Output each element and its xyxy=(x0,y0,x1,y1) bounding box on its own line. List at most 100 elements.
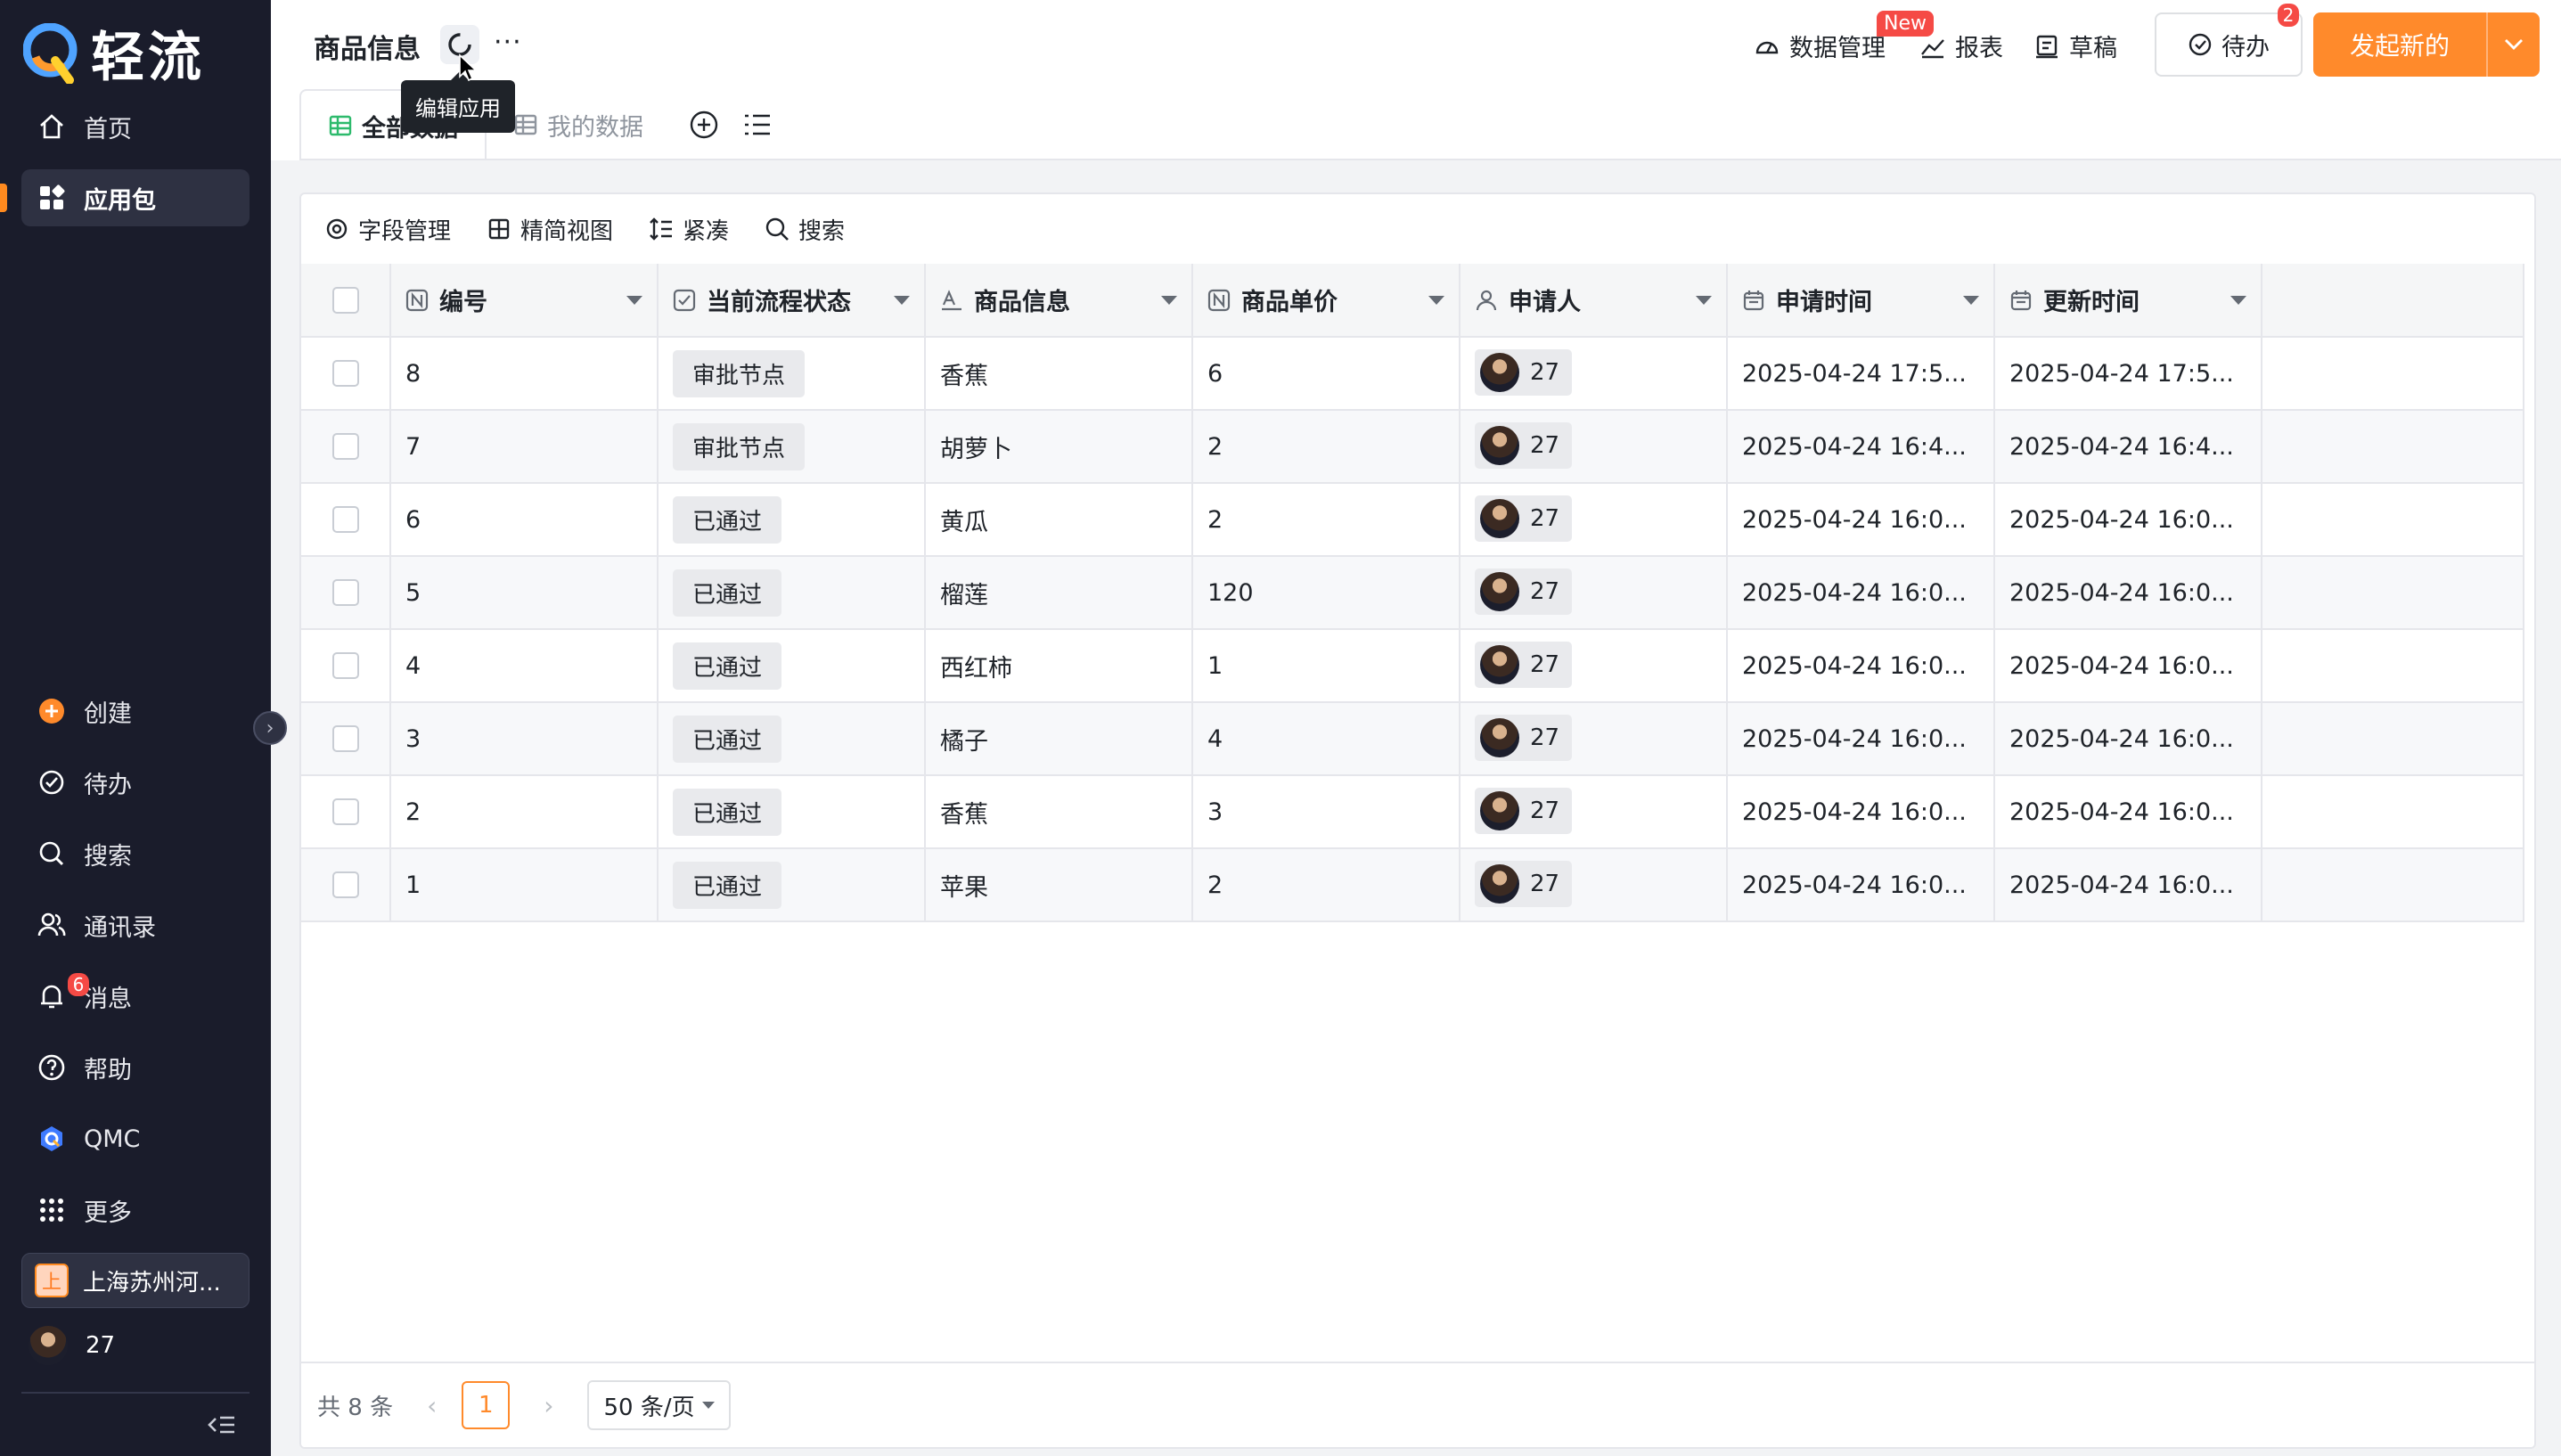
cell-status: 审批节点 xyxy=(658,410,926,484)
sort-caret-icon[interactable] xyxy=(1963,295,1979,305)
cell-updated-time: 2025-04-24 16:4... xyxy=(1994,410,2262,484)
row-checkbox[interactable] xyxy=(331,652,359,679)
sort-caret-icon[interactable] xyxy=(1696,295,1712,305)
cell-empty xyxy=(2262,629,2524,703)
sort-caret-icon[interactable] xyxy=(1161,295,1177,305)
sidebar-item-contacts[interactable]: 通讯录 xyxy=(21,896,250,953)
cell-status: 已通过 xyxy=(658,775,926,849)
cell-status: 已通过 xyxy=(658,848,926,922)
column-header-label: 当前流程状态 xyxy=(707,289,851,316)
sidebar-item-search[interactable]: 搜索 xyxy=(21,825,250,882)
qmc-icon xyxy=(34,1121,70,1157)
user-profile[interactable]: 27 xyxy=(29,1326,115,1365)
sidebar-item-check-circle[interactable]: 待办 xyxy=(21,754,250,811)
data-manage-label: 数据管理 xyxy=(1789,35,1886,62)
simple-view-button[interactable]: 精简视图 xyxy=(487,213,613,246)
table-row[interactable]: 7 审批节点 胡萝卜 2 27 2025-04-24 16:4... 2025-04-24 … xyxy=(301,410,2524,484)
tab-label: 我的数据 xyxy=(547,113,643,142)
row-select-cell xyxy=(301,775,391,849)
sidebar-item-help[interactable]: 帮助 xyxy=(21,1039,250,1096)
user-tag[interactable]: 27 xyxy=(1475,348,1573,396)
table-row[interactable]: 8 审批节点 香蕉 6 27 2025-04-24 17:5... 2025-04-24 1… xyxy=(301,337,2524,411)
sort-caret-icon[interactable] xyxy=(894,295,910,305)
sort-caret-icon[interactable] xyxy=(2230,295,2246,305)
row-checkbox[interactable] xyxy=(331,579,359,606)
page-number-current[interactable]: 1 xyxy=(462,1381,511,1429)
table-row[interactable]: 4 已通过 西红柿 1 27 2025-04-24 16:0... 2025-04-24 1… xyxy=(301,629,2524,703)
cell-applied-time: 2025-04-24 16:0... xyxy=(1727,556,1995,630)
main-content: 字段管理 精简视图 紧凑 搜索 编号 当前流程状态 商品信息 商品单价 申请人 … xyxy=(271,160,2561,1456)
table-row[interactable]: 1 已通过 苹果 2 27 2025-04-24 16:0... 2025-04-24 16… xyxy=(301,848,2524,922)
table-row[interactable]: 5 已通过 榴莲 120 27 2025-04-24 16:0... 2025-04-24 … xyxy=(301,556,2524,630)
user-tag[interactable]: 27 xyxy=(1475,641,1573,688)
data-manage-link[interactable]: 数据管理 xyxy=(1754,29,1886,63)
data-panel: 字段管理 精简视图 紧凑 搜索 编号 当前流程状态 商品信息 商品单价 申请人 … xyxy=(299,192,2536,1449)
page-size-select[interactable]: 50 条/页 xyxy=(587,1380,731,1430)
column-header[interactable]: 编号 xyxy=(390,264,659,338)
sidebar-item-apps[interactable]: 应用包 xyxy=(21,169,250,226)
select-all-checkbox[interactable] xyxy=(331,286,359,314)
table-row[interactable]: 2 已通过 香蕉 3 27 2025-04-24 16:0... 2025-04-24 16… xyxy=(301,775,2524,849)
user-tag[interactable]: 27 xyxy=(1475,787,1573,834)
row-checkbox[interactable] xyxy=(331,506,359,533)
column-header[interactable]: 申请人 xyxy=(1460,264,1728,338)
cell-applied-time: 2025-04-24 16:0... xyxy=(1727,775,1995,849)
field-manage-button[interactable]: 字段管理 xyxy=(324,213,451,246)
table-row[interactable]: 6 已通过 黄瓜 2 27 2025-04-24 16:0... 2025-04-24 16… xyxy=(301,483,2524,557)
more-options-button[interactable]: ··· xyxy=(494,27,522,58)
column-header[interactable]: 商品信息 xyxy=(925,264,1193,338)
edit-app-tooltip: 编辑应用 xyxy=(401,71,515,133)
user-tag[interactable]: 27 xyxy=(1475,495,1573,542)
cell-status: 审批节点 xyxy=(658,337,926,411)
sidebar-item-grid[interactable]: 更多 xyxy=(21,1182,250,1239)
start-new-button[interactable]: 发起新的 xyxy=(2313,12,2540,77)
row-checkbox[interactable] xyxy=(331,725,359,752)
collapse-sidebar-icon[interactable] xyxy=(207,1411,237,1442)
user-tag-name: 27 xyxy=(1530,797,1560,824)
cell-updated-time: 2025-04-24 16:0... xyxy=(1994,848,2262,922)
search-button[interactable]: 搜索 xyxy=(765,213,845,246)
expand-sidebar-handle[interactable]: › xyxy=(253,711,287,745)
user-tag[interactable]: 27 xyxy=(1475,421,1573,469)
sidebar-item-plus-circle[interactable]: 创建 xyxy=(21,683,250,740)
start-new-dropdown[interactable] xyxy=(2486,12,2540,77)
report-link[interactable]: 报表 xyxy=(1919,29,2003,63)
row-checkbox[interactable] xyxy=(331,798,359,825)
sidebar-item-label: 应用包 xyxy=(84,186,156,215)
user-tag-name: 27 xyxy=(1530,724,1560,751)
settings-icon xyxy=(326,218,348,240)
user-tag[interactable]: 27 xyxy=(1475,568,1573,615)
cell-product: 香蕉 xyxy=(925,775,1193,849)
draft-link[interactable]: 草稿 xyxy=(2033,29,2117,63)
user-tag[interactable]: 27 xyxy=(1475,860,1573,907)
sidebar-item-home[interactable]: 首页 xyxy=(21,98,250,155)
user-tag[interactable]: 27 xyxy=(1475,714,1573,761)
table-row[interactable]: 3 已通过 橘子 4 27 2025-04-24 16:0... 2025-04-24 16… xyxy=(301,702,2524,776)
column-header[interactable]: 申请时间 xyxy=(1727,264,1995,338)
cell-updated-time: 2025-04-24 16:0... xyxy=(1994,702,2262,776)
view-list-icon[interactable] xyxy=(741,89,773,160)
org-switcher[interactable]: 上 上海苏州河... xyxy=(21,1253,250,1308)
next-page-icon[interactable]: › xyxy=(544,1391,553,1420)
logo[interactable]: 轻流 xyxy=(22,14,205,92)
cell-empty xyxy=(2262,337,2524,411)
add-view-icon[interactable] xyxy=(688,89,720,160)
sidebar-item-qmc[interactable]: QMC xyxy=(21,1110,250,1167)
compact-button[interactable]: 紧凑 xyxy=(649,213,729,246)
prev-page-icon[interactable]: ‹ xyxy=(427,1391,437,1420)
row-checkbox[interactable] xyxy=(331,871,359,898)
column-header[interactable]: 商品单价 xyxy=(1192,264,1461,338)
column-header[interactable]: 更新时间 xyxy=(1994,264,2262,338)
number-field-icon xyxy=(405,289,429,311)
sort-caret-icon[interactable] xyxy=(1428,295,1444,305)
sidebar-item-bell[interactable]: 消息 6 xyxy=(21,968,250,1025)
chevron-down-icon xyxy=(701,1402,715,1409)
cell-applied-time: 2025-04-24 16:0... xyxy=(1727,848,1995,922)
row-select-cell xyxy=(301,556,391,630)
sort-caret-icon[interactable] xyxy=(626,295,642,305)
column-header[interactable]: 当前流程状态 xyxy=(658,264,926,338)
draft-icon xyxy=(2036,35,2058,58)
cell-price: 3 xyxy=(1192,775,1461,849)
row-checkbox[interactable] xyxy=(331,433,359,460)
row-checkbox[interactable] xyxy=(331,360,359,387)
